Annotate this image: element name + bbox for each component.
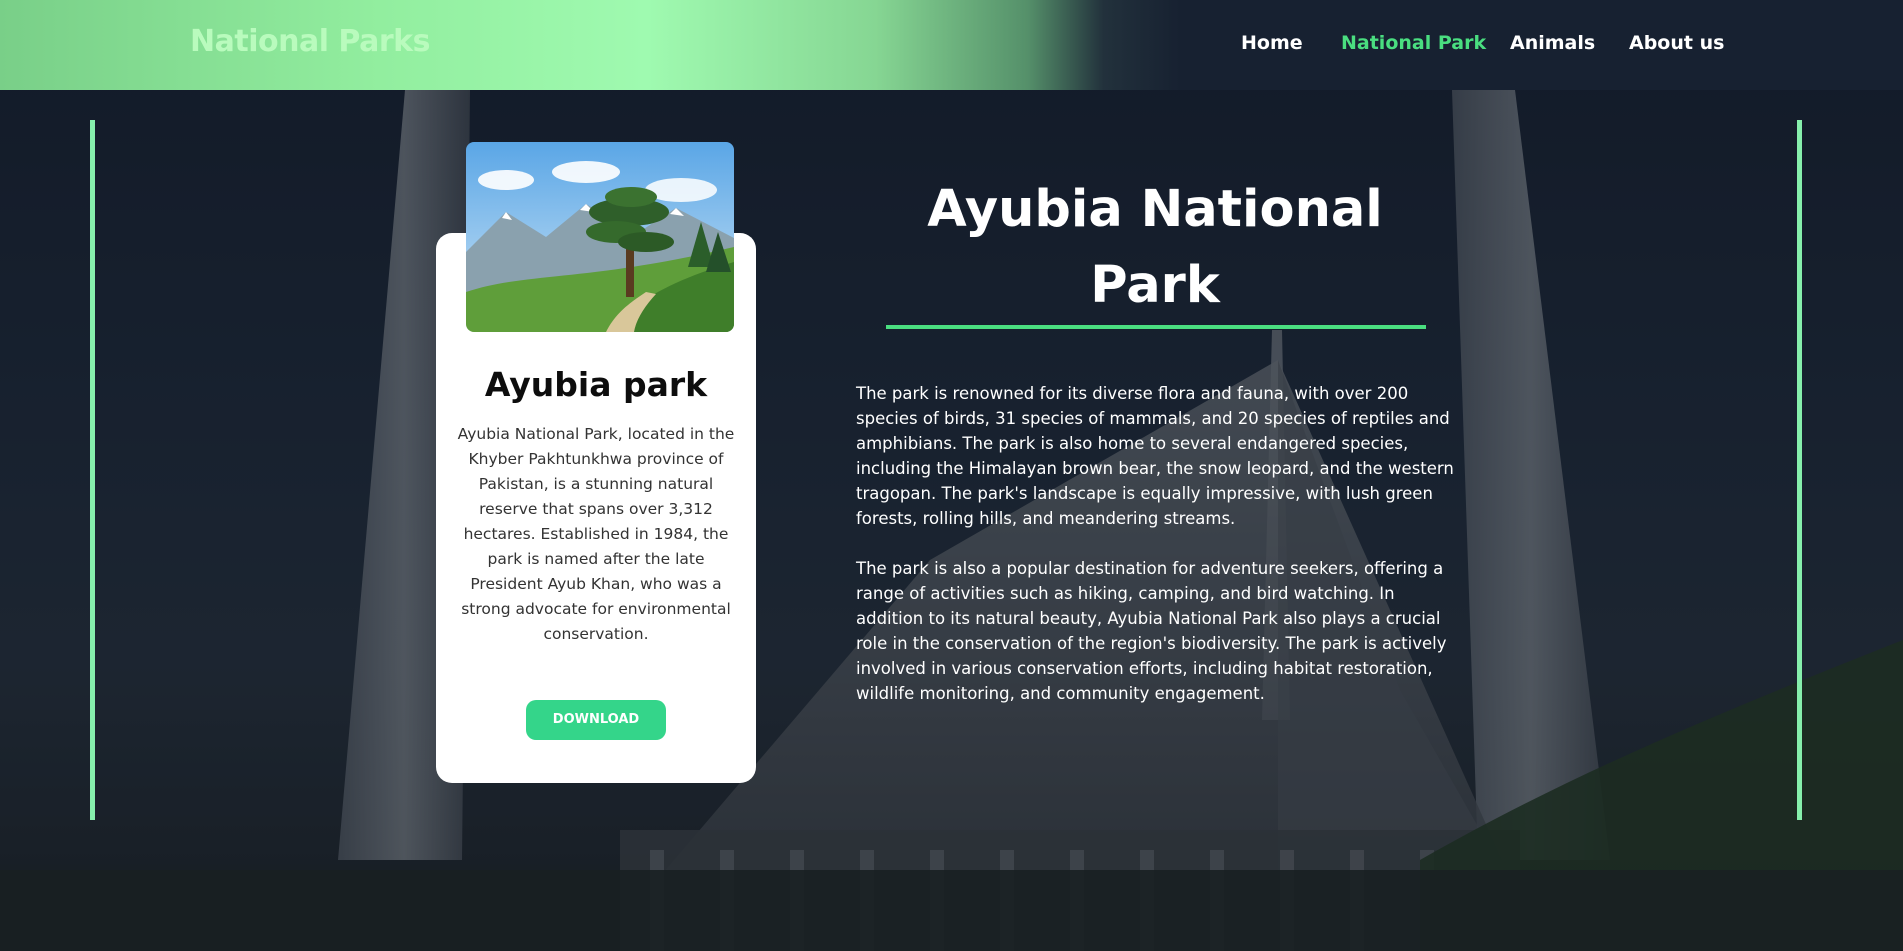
site-header: National Parks Home National Park Animal…: [0, 0, 1903, 90]
content-paragraph: The park is also a popular destination f…: [856, 559, 1447, 703]
content-paragraph: The park is renowned for its diverse flo…: [856, 384, 1454, 528]
main-nav: Home National Park Animals About us: [0, 32, 1903, 62]
nav-link-about-us[interactable]: About us: [1629, 32, 1724, 54]
card-description: Ayubia National Park, located in the Khy…: [457, 425, 735, 643]
card-title: Ayubia park: [484, 365, 708, 404]
download-button[interactable]: DOWNLOAD: [526, 700, 666, 740]
landscape-image: [466, 142, 734, 332]
title-underline: [886, 325, 1426, 329]
nav-link-home[interactable]: Home: [1241, 32, 1303, 54]
left-accent-bar: [90, 120, 95, 820]
nav-link-animals[interactable]: Animals: [1510, 32, 1595, 54]
page-title: Ayubia National Park: [927, 180, 1383, 315]
right-accent-bar: [1797, 120, 1802, 820]
nav-link-national-park[interactable]: National Park: [1341, 32, 1486, 54]
park-photo-icon: [466, 142, 734, 332]
